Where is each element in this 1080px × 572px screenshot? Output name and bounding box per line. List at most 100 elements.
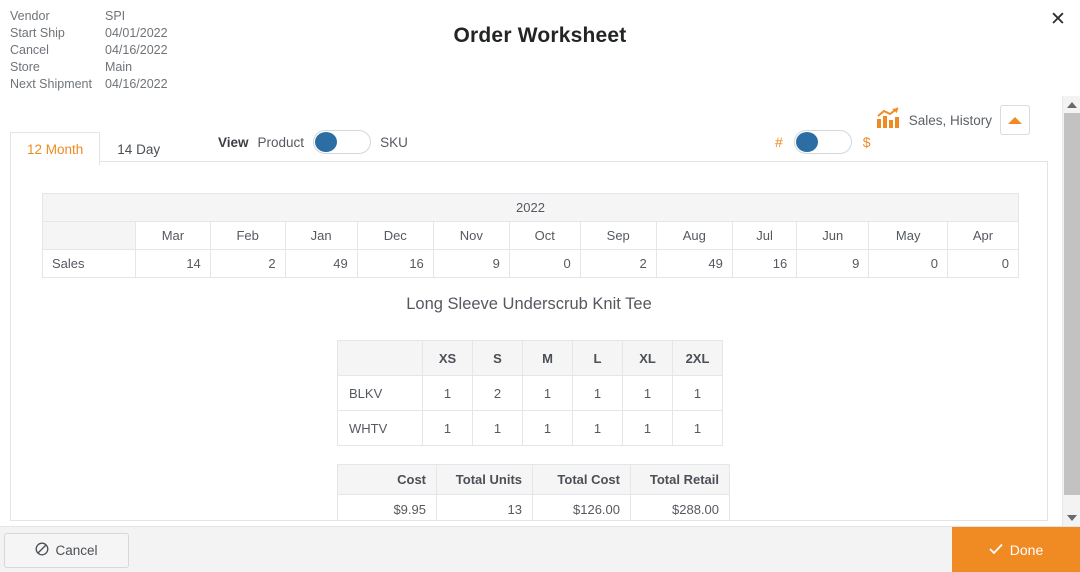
view-toggle-switch[interactable]	[313, 130, 372, 154]
table-row: Sales 14 2 49 16 9 0 2 49 16 9 0 0	[41, 249, 1019, 278]
qty-cell[interactable]: 1	[622, 410, 673, 446]
sales-month-header: Feb	[209, 221, 286, 250]
qty-cell[interactable]: 1	[422, 410, 473, 446]
tab-12-month[interactable]: 12 Month	[10, 132, 101, 165]
vertical-scrollbar[interactable]	[1062, 96, 1080, 526]
order-worksheet-modal: Vendor SPI Start Ship 04/01/2022 Cancel …	[0, 0, 1080, 572]
caret-up-icon[interactable]	[1000, 105, 1030, 135]
sales-row-label: Sales	[41, 249, 137, 278]
unit-toggle-group: # $	[775, 130, 871, 154]
cost-summary-table: Cost Total Units Total Cost Total Retail…	[337, 464, 730, 520]
scroll-up-arrow-glyph	[1067, 101, 1077, 108]
qty-cell[interactable]: 1	[422, 375, 473, 411]
order-meta-block: Vendor SPI Start Ship 04/01/2022 Cancel …	[10, 8, 168, 93]
total-cost-header: Total Cost	[532, 464, 631, 495]
meta-value-vendor: SPI	[105, 9, 126, 23]
meta-label-store: Store	[10, 60, 40, 74]
sales-month-header: Sep	[579, 221, 657, 250]
size-quantity-table: XS S M L XL 2XL BLKV 1 2 1 1 1 1 WHTV 1 …	[337, 340, 723, 446]
cost-summary-header: Cost Total Units Total Cost Total Retail	[337, 464, 730, 495]
tab-14-day[interactable]: 14 Day	[100, 132, 177, 165]
qty-cell[interactable]: 1	[672, 375, 723, 411]
meta-label-next-shipment: Next Shipment	[10, 77, 92, 91]
qty-cell[interactable]: 1	[672, 410, 723, 446]
sales-value-cell: 0	[508, 249, 581, 278]
cost-value: $9.95	[337, 494, 437, 520]
sales-table-year-row: 2022	[42, 193, 1019, 222]
check-icon	[989, 542, 1003, 558]
sales-history-group: Sales, History	[875, 105, 1030, 135]
qty-cell[interactable]: 2	[472, 375, 523, 411]
qty-cell[interactable]: 1	[522, 410, 573, 446]
view-option-sku[interactable]: SKU	[380, 135, 408, 150]
color-label-whtv: WHTV	[337, 410, 423, 446]
done-button[interactable]: Done	[952, 527, 1080, 572]
view-toggle-knob	[315, 132, 338, 152]
sales-value-cell: 0	[868, 249, 949, 278]
done-button-label: Done	[1009, 542, 1044, 558]
cost-header: Cost	[337, 464, 437, 495]
sales-month-header: Jul	[731, 221, 798, 250]
sales-month-header: Mar	[135, 221, 211, 250]
size-header-m: M	[522, 340, 573, 376]
sales-table-month-header: Mar Feb Jan Dec Nov Oct Sep Aug Jul Jun …	[41, 221, 1019, 250]
page-title: Order Worksheet	[453, 24, 627, 47]
sales-month-header: Jun	[796, 221, 870, 250]
qty-cell[interactable]: 1	[522, 375, 573, 411]
qty-cell[interactable]: 1	[572, 375, 623, 411]
sales-month-header: Aug	[655, 221, 733, 250]
close-icon[interactable]: ✕	[1045, 6, 1071, 32]
table-row: BLKV 1 2 1 1 1 1	[337, 375, 723, 411]
unit-toggle-switch[interactable]	[793, 130, 852, 154]
sales-value-cell: 0	[947, 249, 1019, 278]
cancel-button[interactable]: Cancel	[4, 533, 129, 568]
sales-value-cell: 9	[432, 249, 510, 278]
table-row: WHTV 1 1 1 1 1 1	[337, 410, 723, 446]
meta-row-vendor: Vendor SPI	[10, 8, 168, 25]
sales-value-cell: 16	[356, 249, 434, 278]
size-header-2xl: 2XL	[672, 340, 723, 376]
size-table-corner	[337, 340, 423, 376]
meta-value-store: Main	[105, 60, 133, 74]
sales-history-label: Sales, History	[908, 112, 992, 128]
sales-value-cell: 49	[284, 249, 358, 278]
sales-month-header: Apr	[947, 221, 1019, 250]
size-header-xl: XL	[622, 340, 673, 376]
sales-value-cell: 49	[655, 249, 733, 278]
size-header-l: L	[572, 340, 623, 376]
color-label-blkv: BLKV	[337, 375, 423, 411]
sales-history-table: 2022 Mar Feb Jan Dec Nov Oct Sep Aug Jul…	[41, 193, 1019, 278]
cancel-button-label: Cancel	[55, 543, 98, 558]
worksheet-tabs: 12 Month 14 Day	[10, 131, 177, 165]
sales-table-year: 2022	[42, 193, 1019, 222]
sales-value-cell: 16	[731, 249, 798, 278]
qty-cell[interactable]: 1	[622, 375, 673, 411]
unit-toggle-knob	[795, 132, 818, 152]
sales-month-header: Jan	[284, 221, 358, 250]
sales-month-header: Nov	[432, 221, 510, 250]
sales-month-header: Oct	[508, 221, 581, 250]
total-cost-value: $126.00	[532, 494, 631, 520]
product-title: Long Sleeve Underscrub Knit Tee	[406, 295, 652, 313]
bar-chart-icon	[875, 106, 901, 134]
unit-option-dollar[interactable]: $	[863, 134, 871, 150]
scroll-up-arrow-icon[interactable]	[1063, 96, 1080, 113]
scrollbar-thumb[interactable]	[1064, 113, 1080, 495]
meta-value-next-shipment: 04/16/2022	[105, 77, 168, 91]
unit-option-number[interactable]: #	[775, 134, 783, 150]
sales-month-header: Dec	[356, 221, 434, 250]
scroll-down-arrow-icon[interactable]	[1063, 509, 1080, 526]
ban-circle-icon	[35, 542, 49, 559]
total-retail-header: Total Retail	[630, 464, 730, 495]
sales-table-corner	[41, 221, 137, 250]
total-units-value: 13	[436, 494, 533, 520]
qty-cell[interactable]: 1	[472, 410, 523, 446]
view-toggle-group: View Product SKU	[218, 130, 408, 154]
view-option-product[interactable]: Product	[258, 135, 305, 150]
worksheet-panel: 2022 Mar Feb Jan Dec Nov Oct Sep Aug Jul…	[10, 161, 1048, 521]
size-table-header: XS S M L XL 2XL	[337, 340, 723, 376]
meta-label-vendor: Vendor	[10, 9, 50, 23]
qty-cell[interactable]: 1	[572, 410, 623, 446]
sales-value-cell: 9	[796, 249, 870, 278]
total-units-header: Total Units	[436, 464, 533, 495]
